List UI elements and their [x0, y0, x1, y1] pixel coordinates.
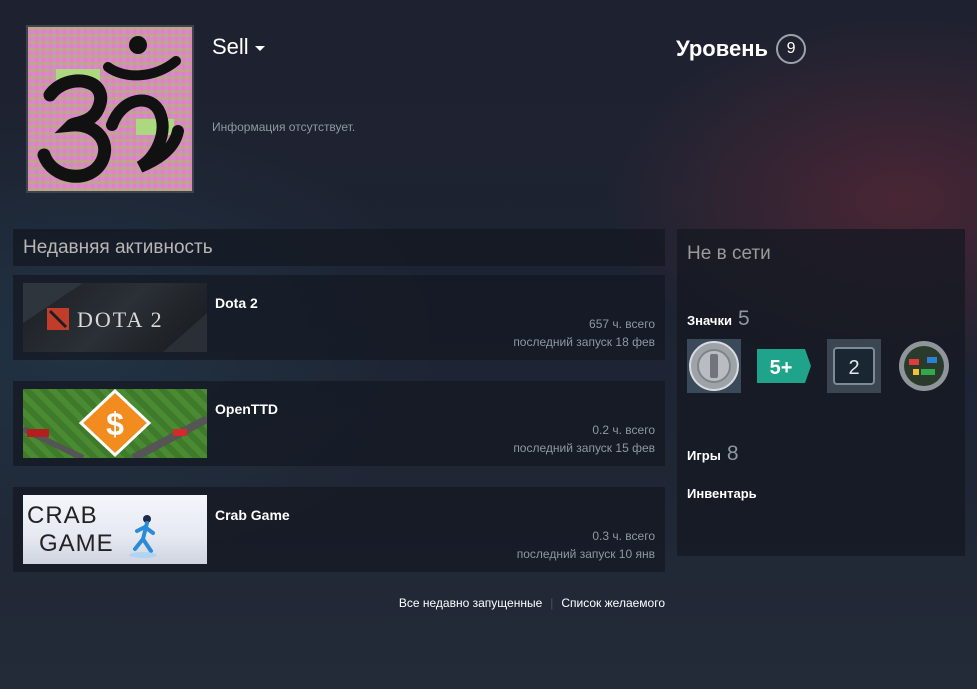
- game-capsule-openttd[interactable]: $: [23, 389, 207, 458]
- wishlist-link[interactable]: Список желаемого: [561, 596, 665, 610]
- activity-footer-links: Все недавно запущенные | Список желаемого: [399, 596, 665, 610]
- dota-logo-icon: DOTA 2: [23, 283, 207, 352]
- level-badge[interactable]: 9: [776, 34, 807, 64]
- openttd-capsule-text: $: [106, 406, 124, 442]
- om-symbol-icon: [37, 36, 184, 183]
- dota-capsule-text: DOTA 2: [77, 307, 164, 332]
- game-name[interactable]: Crab Game: [215, 507, 290, 523]
- recent-activity-header: Недавняя активность: [13, 229, 665, 266]
- inventory-link[interactable]: Инвентарь: [687, 486, 757, 501]
- link-separator: |: [550, 596, 554, 610]
- game-name[interactable]: OpenTTD: [215, 401, 278, 417]
- crab-game-logo-icon: CRAB GAME: [27, 502, 157, 558]
- games-section[interactable]: Игры 8: [687, 442, 739, 466]
- profile-summary: Информация отсутствует.: [212, 120, 356, 134]
- number-badge-icon[interactable]: 2: [827, 339, 881, 393]
- badges-label: Значки: [687, 313, 732, 328]
- profile-sidebar: Не в сети Значки 5 5+ 2 Игры 8 Инвентарь: [677, 229, 965, 556]
- game-capsule-crab-game[interactable]: CRAB GAME: [23, 495, 207, 564]
- online-status: Не в сети: [687, 243, 771, 264]
- game-last-played: последний запуск 18 фев: [513, 335, 655, 349]
- profile-level: Уровень 9: [676, 34, 807, 64]
- game-hours: 657 ч. всего: [589, 317, 655, 331]
- persona-name: Sell: [212, 34, 249, 59]
- game-last-played: последний запуск 10 янв: [516, 547, 655, 561]
- avatar[interactable]: [26, 25, 194, 193]
- game-hours: 0.2 ч. всего: [592, 423, 655, 437]
- silver-coin-badge-icon[interactable]: [687, 339, 741, 393]
- game-name[interactable]: Dota 2: [215, 295, 258, 311]
- persona-name-dropdown[interactable]: Sell: [212, 34, 265, 60]
- colorful-ring-badge-icon[interactable]: [897, 339, 951, 393]
- games-count: 8: [726, 442, 739, 465]
- caret-down-icon: [254, 45, 265, 51]
- game-capsule-dota2[interactable]: DOTA 2: [23, 283, 207, 352]
- game-last-played: последний запуск 15 фев: [513, 441, 655, 455]
- five-plus-badge-text: 5+: [770, 357, 793, 379]
- games-label: Игры: [687, 448, 721, 463]
- crab-capsule-text-1: CRAB: [27, 502, 98, 529]
- level-label: Уровень: [676, 36, 769, 61]
- avatar-image: [28, 27, 192, 191]
- game-hours: 0.3 ч. всего: [592, 529, 655, 543]
- badges-count: 5: [737, 307, 750, 330]
- openttd-logo-icon: $: [23, 389, 207, 458]
- five-plus-badge-icon[interactable]: 5+: [757, 339, 811, 393]
- badges-section[interactable]: Значки 5: [687, 307, 750, 331]
- game-row-dota2: DOTA 2 Dota 2 657 ч. всего последний зап…: [13, 275, 665, 360]
- crab-capsule-text-2: GAME: [39, 530, 114, 557]
- game-row-openttd: $ OpenTTD 0.2 ч. всего последний запуск …: [13, 381, 665, 466]
- all-recent-games-link[interactable]: Все недавно запущенные: [399, 596, 542, 610]
- number-badge-text: 2: [848, 357, 859, 379]
- game-row-crab-game: CRAB GAME Crab Game 0.3 ч. всего последн…: [13, 487, 665, 572]
